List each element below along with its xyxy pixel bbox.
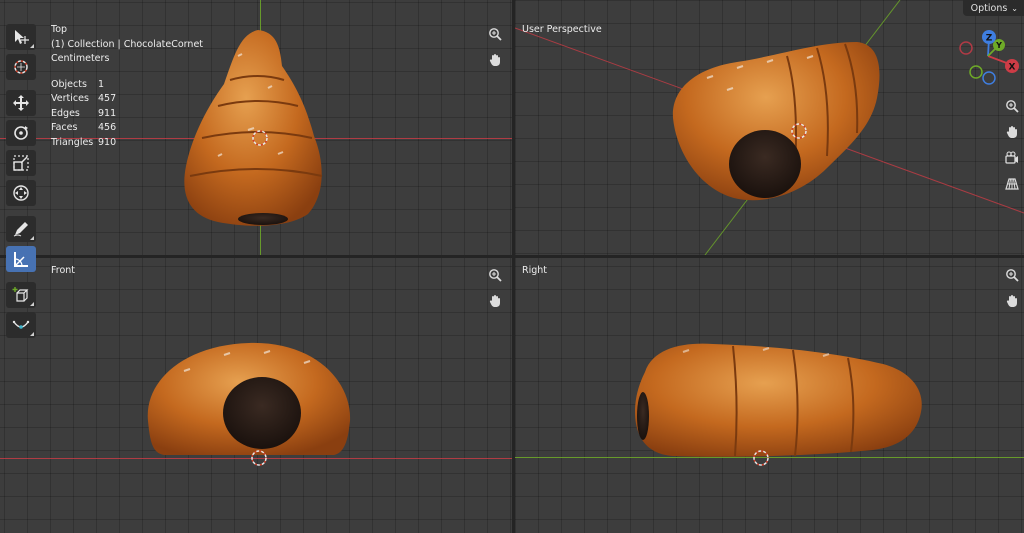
pan-button[interactable] [484, 49, 505, 70]
3d-cursor-icon[interactable] [790, 122, 808, 140]
hand-icon [1006, 294, 1017, 307]
gizmo-x-label: X [1009, 63, 1016, 73]
zoom-button[interactable] [484, 264, 505, 285]
tool-shelf [5, 24, 37, 342]
camera-icon [1004, 150, 1018, 164]
viewport-label: Top [51, 24, 68, 35]
zoom-icon [1005, 99, 1019, 113]
gizmo-neg-x-icon[interactable] [959, 41, 973, 55]
move-tool[interactable] [6, 90, 36, 116]
add-cube-tool[interactable] [6, 282, 36, 308]
stat-label: Edges [51, 107, 80, 119]
zoom-button[interactable] [1001, 264, 1022, 285]
tweak-select-tool[interactable] [6, 24, 36, 50]
stat-value: 457 [98, 93, 117, 105]
curve-tool[interactable] [6, 312, 36, 338]
stat-row: Vertices 457 [51, 92, 138, 107]
zoom-button[interactable] [1001, 95, 1022, 116]
scale-tool[interactable] [6, 150, 36, 176]
zoom-button[interactable] [484, 23, 505, 44]
gizmo-z-label: Z [986, 34, 993, 44]
tool-corner-marker [30, 332, 34, 336]
annotate-tool[interactable] [6, 216, 36, 242]
viewport-navigation [1001, 264, 1022, 311]
pan-button[interactable] [1001, 290, 1022, 311]
scale-icon [13, 155, 29, 171]
tool-corner-marker [30, 236, 34, 240]
options-label: Options [970, 2, 1008, 14]
stat-row: Edges 911 [51, 106, 138, 121]
annotate-icon [13, 222, 28, 237]
stat-value: 1 [98, 78, 105, 90]
units-label: Centimeters [51, 53, 110, 64]
zoom-icon [488, 27, 502, 41]
curve-icon [12, 320, 30, 329]
stat-label: Triangles [51, 136, 94, 148]
gizmo-neg-y-icon[interactable] [969, 65, 983, 79]
hand-icon [489, 53, 500, 66]
add-cube-icon [12, 287, 29, 302]
stat-label: Faces [51, 122, 78, 134]
3d-cursor-icon[interactable] [250, 449, 268, 467]
viewport-right[interactable]: Right [515, 258, 1024, 533]
gizmo-neg-z-icon[interactable] [982, 71, 996, 85]
stat-row: Faces 456 [51, 121, 138, 136]
tool-corner-marker [30, 302, 34, 306]
pan-button[interactable] [1001, 121, 1022, 142]
cursor-tool[interactable] [6, 54, 36, 80]
stat-label: Objects [51, 78, 87, 90]
stat-row: Triangles 910 [51, 135, 138, 150]
chocolate-cornet-right-view[interactable] [633, 342, 925, 458]
hand-icon [489, 294, 500, 307]
viewport-user-perspective[interactable]: User Perspective [515, 0, 1024, 255]
grid-perspective-icon [1004, 177, 1019, 190]
rotate-tool[interactable] [6, 120, 36, 146]
stat-value: 911 [98, 107, 117, 119]
viewport-divider-vertical[interactable] [512, 0, 515, 533]
perspective-toggle-button[interactable] [1001, 173, 1022, 194]
viewport-navigation [484, 23, 505, 70]
viewport-divider-horizontal[interactable] [0, 255, 1024, 258]
viewport-top[interactable]: Top (1) Collection | ChocolateCornet Cen… [0, 0, 512, 255]
options-dropdown[interactable]: Options ⌄ [962, 0, 1024, 16]
viewport-navigation [484, 264, 505, 311]
chocolate-cornet-front-view[interactable] [144, 341, 354, 459]
viewport-navigation [1001, 95, 1022, 194]
tweak-select-icon [15, 30, 29, 44]
stat-label: Vertices [51, 93, 89, 105]
3d-cursor-icon[interactable] [752, 449, 770, 467]
collection-label: (1) Collection | ChocolateCornet [51, 39, 204, 50]
chocolate-cornet-perspective-view[interactable] [667, 38, 885, 206]
zoom-icon [488, 268, 502, 282]
chevron-down-icon: ⌄ [1011, 3, 1018, 13]
move-icon [13, 95, 29, 111]
measure-tool[interactable] [6, 246, 36, 272]
viewport-label: Right [522, 265, 548, 276]
tool-corner-marker [30, 44, 34, 48]
viewport-label: Front [51, 265, 76, 276]
rotate-icon [14, 126, 28, 140]
scene-statistics: Objects 1 Vertices 457 Edges 911 Faces 456 T… [51, 77, 138, 150]
stat-value: 910 [98, 136, 117, 148]
hand-icon [1006, 125, 1017, 138]
pan-button[interactable] [484, 290, 505, 311]
navigation-gizmo[interactable]: Z Y X [954, 26, 1024, 86]
measure-icon [14, 252, 28, 267]
transform-tool[interactable] [6, 180, 36, 206]
transform-icon [13, 185, 29, 201]
camera-view-button[interactable] [1001, 147, 1022, 168]
gizmo-y-label: Y [995, 41, 1002, 50]
zoom-icon [1005, 268, 1019, 282]
stat-value: 456 [98, 122, 117, 134]
viewport-label: User Perspective [522, 24, 602, 35]
3d-cursor-icon[interactable] [251, 129, 269, 147]
stat-row: Objects 1 [51, 77, 138, 92]
viewport-front[interactable]: Front [0, 258, 512, 533]
cursor-icon [14, 60, 28, 74]
